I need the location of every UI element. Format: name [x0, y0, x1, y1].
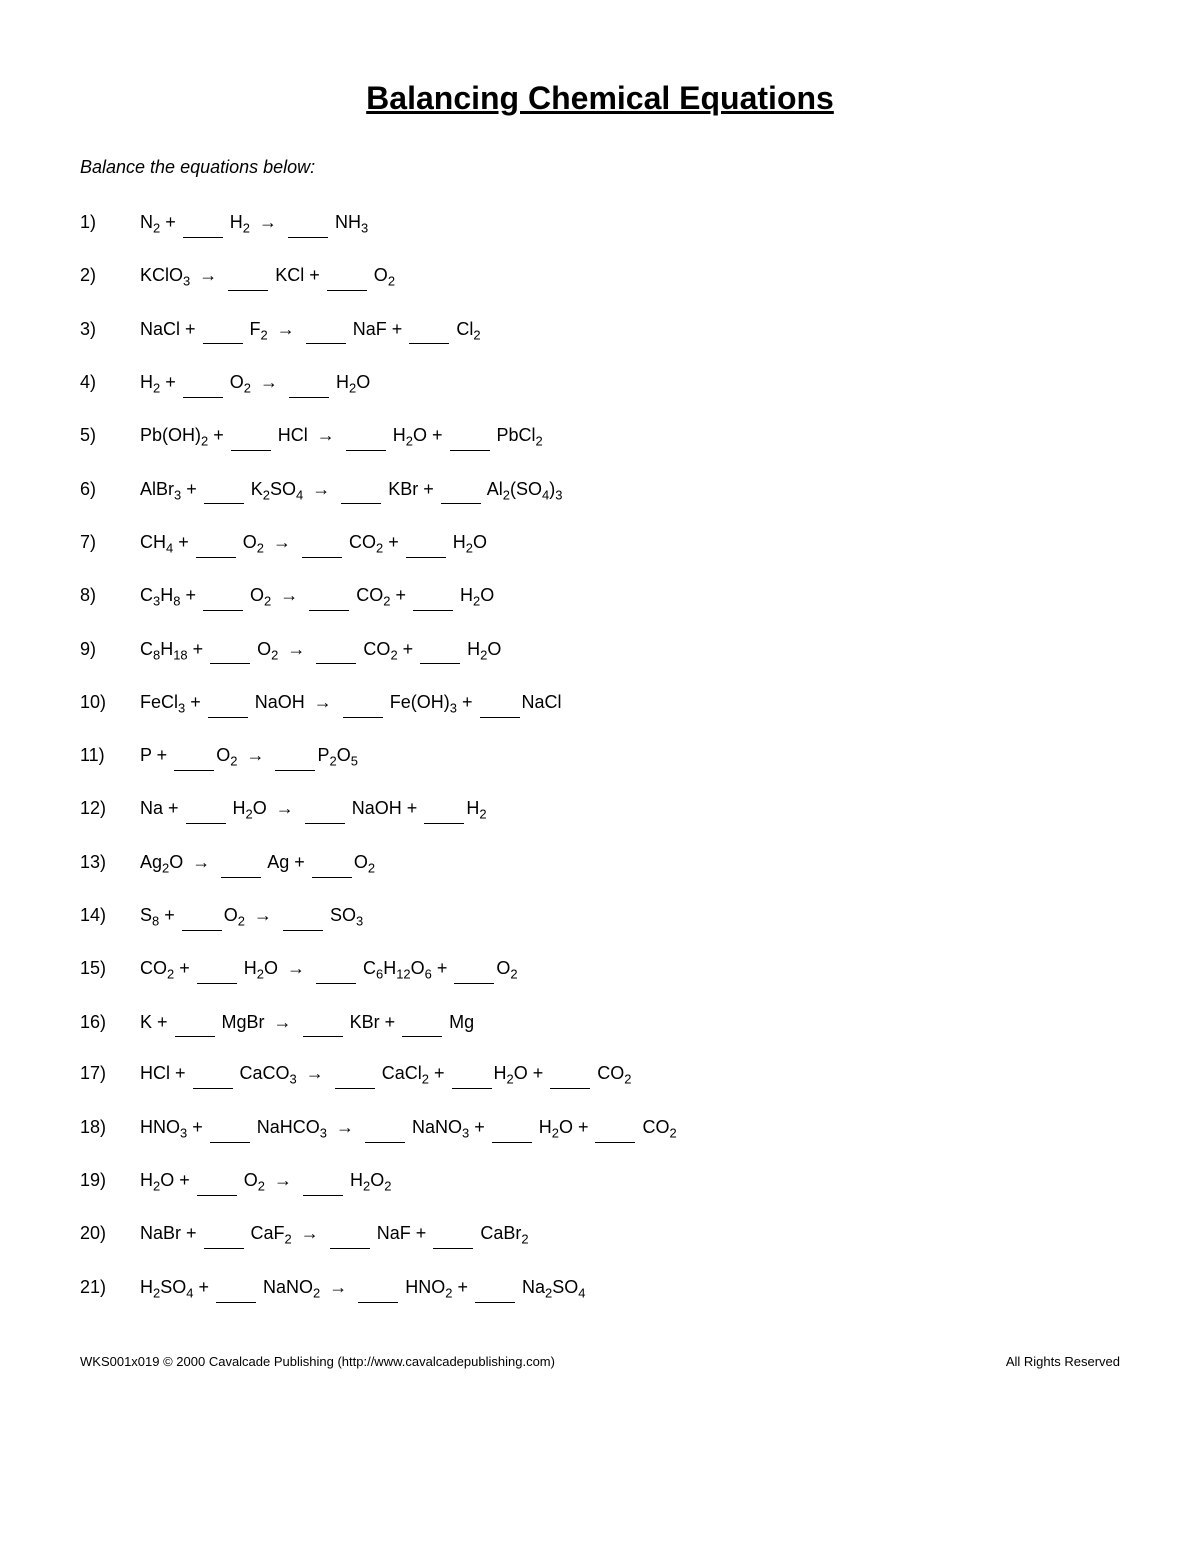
- equation-number: 13): [80, 848, 140, 877]
- equation-item: 12)Na + H2O → NaOH + H2: [80, 794, 1120, 825]
- equation-number: 19): [80, 1166, 140, 1195]
- equation-number: 1): [80, 208, 140, 237]
- equation-item: 3)NaCl + F2 → NaF + Cl2: [80, 315, 1120, 346]
- equation-content: H2O + O2 → H2O2: [140, 1166, 391, 1197]
- equation-item: 10)FeCl3 + NaOH → Fe(OH)3 + NaCl: [80, 688, 1120, 719]
- equation-item: 9)C8H18 + O2 → CO2 + H2O: [80, 635, 1120, 666]
- equation-item: 6)AlBr3 + K2SO4 → KBr + Al2(SO4)3: [80, 475, 1120, 506]
- equation-content: H2SO4 + NaNO2 → HNO2 + Na2SO4: [140, 1273, 585, 1304]
- equation-item: 16)K + MgBr → KBr + Mg: [80, 1008, 1120, 1038]
- equation-content: S8 + O2 → SO3: [140, 901, 363, 932]
- equation-content: AlBr3 + K2SO4 → KBr + Al2(SO4)3: [140, 475, 562, 506]
- equation-content: CH4 + O2 → CO2 + H2O: [140, 528, 487, 559]
- equation-item: 5)Pb(OH)2 + HCl → H2O + PbCl2: [80, 421, 1120, 452]
- equation-content: C8H18 + O2 → CO2 + H2O: [140, 635, 501, 666]
- equation-item: 19)H2O + O2 → H2O2: [80, 1166, 1120, 1197]
- equation-number: 7): [80, 528, 140, 557]
- equation-number: 17): [80, 1059, 140, 1088]
- equation-number: 20): [80, 1219, 140, 1248]
- equation-number: 15): [80, 954, 140, 983]
- page-title: Balancing Chemical Equations: [80, 80, 1120, 117]
- equation-item: 17)HCl + CaCO3 → CaCl2 + H2O + CO2: [80, 1059, 1120, 1090]
- equation-content: K + MgBr → KBr + Mg: [140, 1008, 474, 1038]
- equation-number: 4): [80, 368, 140, 397]
- equation-content: NaCl + F2 → NaF + Cl2: [140, 315, 481, 346]
- equation-content: H2 + O2 → H2O: [140, 368, 370, 399]
- equation-item: 18)HNO3 + NaHCO3 → NaNO3 + H2O + CO2: [80, 1113, 1120, 1144]
- equation-item: 2)KClO3 → KCl + O2: [80, 261, 1120, 292]
- equation-content: HNO3 + NaHCO3 → NaNO3 + H2O + CO2: [140, 1113, 677, 1144]
- equation-item: 1)N2 + H2 → NH3: [80, 208, 1120, 239]
- equation-item: 21)H2SO4 + NaNO2 → HNO2 + Na2SO4: [80, 1273, 1120, 1304]
- footer-left: WKS001x019 © 2000 Cavalcade Publishing (…: [80, 1354, 555, 1369]
- equation-content: C3H8 + O2 → CO2 + H2O: [140, 581, 494, 612]
- equation-number: 18): [80, 1113, 140, 1142]
- equation-number: 9): [80, 635, 140, 664]
- equation-number: 21): [80, 1273, 140, 1302]
- equation-item: 13)Ag2O → Ag + O2: [80, 848, 1120, 879]
- equation-content: N2 + H2 → NH3: [140, 208, 368, 239]
- equation-content: P + O2 → P2O5: [140, 741, 358, 772]
- equation-number: 8): [80, 581, 140, 610]
- equation-content: CO2 + H2O → C6H12O6 + O2: [140, 954, 518, 985]
- equation-number: 5): [80, 421, 140, 450]
- footer-right: All Rights Reserved: [1006, 1354, 1120, 1369]
- equations-list: 1)N2 + H2 → NH32)KClO3 → KCl + O23)NaCl …: [80, 208, 1120, 1304]
- equation-number: 6): [80, 475, 140, 504]
- equation-content: Na + H2O → NaOH + H2: [140, 794, 487, 825]
- equation-number: 11): [80, 741, 140, 770]
- equation-item: 15)CO2 + H2O → C6H12O6 + O2: [80, 954, 1120, 985]
- equation-content: Pb(OH)2 + HCl → H2O + PbCl2: [140, 421, 543, 452]
- equation-number: 16): [80, 1008, 140, 1037]
- subtitle: Balance the equations below:: [80, 157, 1120, 178]
- equation-content: FeCl3 + NaOH → Fe(OH)3 + NaCl: [140, 688, 562, 719]
- equation-number: 10): [80, 688, 140, 717]
- equation-content: Ag2O → Ag + O2: [140, 848, 375, 879]
- equation-item: 8)C3H8 + O2 → CO2 + H2O: [80, 581, 1120, 612]
- equation-number: 2): [80, 261, 140, 290]
- page-container: Balancing Chemical Equations Balance the…: [80, 80, 1120, 1369]
- equation-number: 14): [80, 901, 140, 930]
- equation-content: KClO3 → KCl + O2: [140, 261, 395, 292]
- equation-item: 20)NaBr + CaF2 → NaF + CaBr2: [80, 1219, 1120, 1250]
- footer: WKS001x019 © 2000 Cavalcade Publishing (…: [80, 1354, 1120, 1369]
- equation-number: 12): [80, 794, 140, 823]
- equation-item: 14)S8 + O2 → SO3: [80, 901, 1120, 932]
- equation-content: HCl + CaCO3 → CaCl2 + H2O + CO2: [140, 1059, 632, 1090]
- equation-item: 7)CH4 + O2 → CO2 + H2O: [80, 528, 1120, 559]
- equation-content: NaBr + CaF2 → NaF + CaBr2: [140, 1219, 529, 1250]
- equation-item: 4)H2 + O2 → H2O: [80, 368, 1120, 399]
- equation-item: 11)P + O2 → P2O5: [80, 741, 1120, 772]
- equation-number: 3): [80, 315, 140, 344]
